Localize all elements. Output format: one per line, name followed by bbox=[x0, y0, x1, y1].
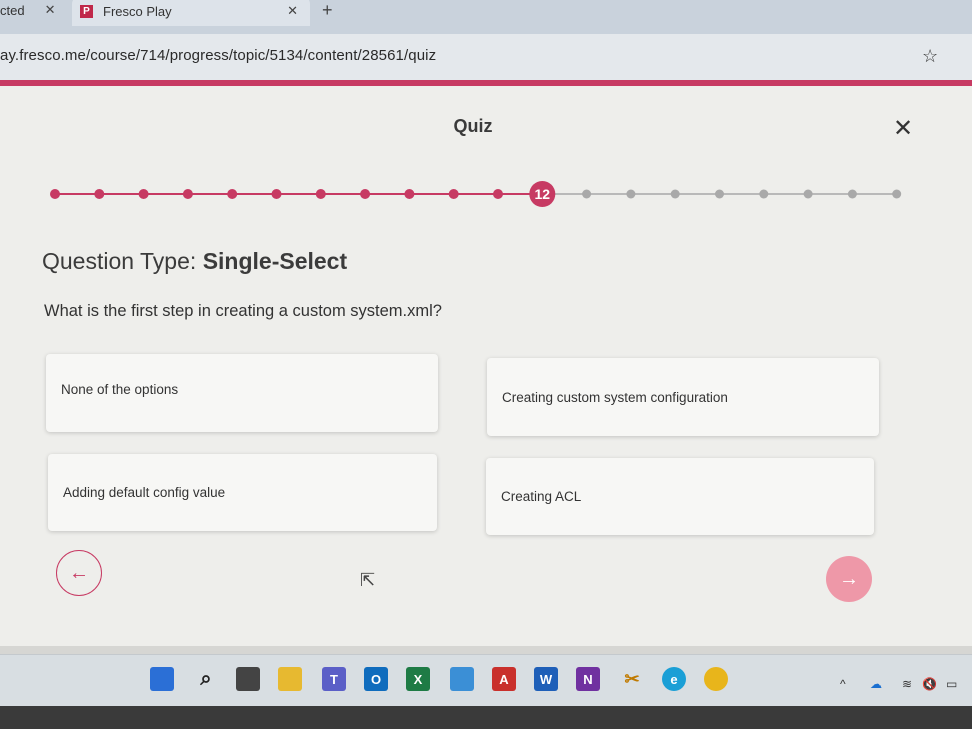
option-label: Adding default config value bbox=[63, 485, 226, 500]
question-type: Question Type: Single-Select bbox=[42, 248, 347, 275]
step-done-dot[interactable] bbox=[271, 189, 282, 199]
snipping-tool-icon[interactable]: ✂ bbox=[620, 667, 644, 691]
arrow-left-icon: ← bbox=[69, 561, 89, 584]
screen-bezel bbox=[0, 706, 972, 729]
onedrive-icon[interactable]: ☁ bbox=[870, 677, 882, 691]
question-type-label: Question Type: bbox=[42, 248, 203, 274]
wifi-icon[interactable]: ≋ bbox=[902, 677, 912, 691]
word-icon[interactable]: W bbox=[534, 667, 558, 691]
arrow-right-icon: → bbox=[839, 567, 859, 590]
option-label: None of the options bbox=[61, 382, 179, 397]
step-pending-dot[interactable] bbox=[582, 189, 592, 199]
option-label: Creating ACL bbox=[501, 489, 582, 504]
page-title: Quiz bbox=[453, 116, 493, 136]
edge-icon[interactable]: e bbox=[662, 667, 686, 691]
url-field[interactable]: ay.fresco.me/course/714/progress/topic/5… bbox=[0, 47, 436, 64]
search-icon[interactable]: ⌕ bbox=[194, 667, 218, 691]
step-done-dot[interactable] bbox=[182, 189, 193, 199]
tab-bar: cted ✕ P Fresco Play ✕ + bbox=[0, 0, 972, 34]
step-done-dot[interactable] bbox=[448, 189, 459, 199]
favicon-icon: P bbox=[80, 4, 93, 18]
tab-previous[interactable]: cted ✕ bbox=[0, 0, 55, 20]
acrobat-icon[interactable]: A bbox=[492, 667, 516, 691]
step-done-dot[interactable] bbox=[94, 189, 105, 199]
tab-fresco-play[interactable]: P Fresco Play ✕ bbox=[72, 0, 310, 26]
step-current-label: 12 bbox=[535, 186, 551, 202]
taskbar: ⌕ T O X A W N ✂ e ^ ☁ ≋ 🔇 ▭ bbox=[0, 654, 972, 706]
tray-chevron-icon[interactable]: ^ bbox=[840, 677, 846, 691]
mouse-cursor-icon: ⇱ bbox=[360, 570, 376, 590]
step-pending-dot[interactable] bbox=[759, 189, 769, 199]
question-type-value: Single-Select bbox=[202, 248, 348, 274]
notepad-icon[interactable] bbox=[450, 667, 474, 691]
quiz-page: Quiz ✕ 12 Question Type: Single-Select W… bbox=[0, 86, 972, 646]
screen-gap bbox=[0, 646, 972, 654]
option-label: Creating custom system configuration bbox=[502, 389, 728, 405]
option-card[interactable]: Creating ACL bbox=[486, 458, 874, 535]
step-done-dot[interactable] bbox=[360, 189, 371, 199]
option-card[interactable]: None of the options bbox=[46, 354, 438, 432]
step-pending-dot[interactable] bbox=[670, 189, 680, 199]
step-done-dot[interactable] bbox=[138, 189, 149, 199]
volume-icon[interactable]: 🔇 bbox=[922, 677, 937, 691]
star-icon[interactable]: ☆ bbox=[922, 46, 938, 67]
step-pending-dot[interactable] bbox=[803, 189, 813, 199]
tab-title: Fresco Play bbox=[103, 3, 172, 19]
step-pending-dot[interactable] bbox=[847, 189, 857, 199]
tab-title: cted bbox=[0, 2, 25, 18]
chrome-icon[interactable] bbox=[704, 667, 728, 691]
step-done-dot[interactable] bbox=[50, 189, 60, 199]
new-tab-button[interactable]: + bbox=[322, 0, 333, 21]
question-text: What is the first step in creating a cus… bbox=[44, 302, 442, 320]
step-done-dot[interactable] bbox=[227, 189, 238, 199]
tab-close-icon[interactable]: ✕ bbox=[45, 2, 56, 18]
task-view-icon[interactable] bbox=[236, 667, 260, 691]
onenote-icon[interactable]: N bbox=[576, 667, 600, 691]
battery-icon[interactable]: ▭ bbox=[946, 677, 957, 691]
step-pending-dot[interactable] bbox=[892, 189, 902, 199]
address-bar: ay.fresco.me/course/714/progress/topic/5… bbox=[0, 34, 972, 80]
step-pending-dot[interactable] bbox=[626, 189, 636, 199]
close-icon[interactable]: ✕ bbox=[893, 114, 913, 143]
step-done-dot[interactable] bbox=[315, 189, 326, 199]
option-card[interactable]: Adding default config value bbox=[48, 454, 437, 531]
step-done-dot[interactable] bbox=[493, 189, 503, 199]
step-pending-dot[interactable] bbox=[715, 189, 724, 199]
windows-start-icon[interactable] bbox=[150, 667, 174, 691]
previous-button[interactable]: ← bbox=[56, 550, 102, 596]
stepper-track: 12 bbox=[50, 181, 902, 207]
teams-icon[interactable]: T bbox=[322, 667, 346, 691]
outlook-icon[interactable]: O bbox=[364, 667, 388, 691]
tab-close-icon[interactable]: ✕ bbox=[287, 3, 298, 19]
next-button[interactable]: → bbox=[826, 556, 872, 602]
step-done-dot[interactable] bbox=[404, 189, 415, 199]
excel-icon[interactable]: X bbox=[406, 667, 430, 691]
question-stepper: 12 bbox=[0, 166, 972, 226]
option-card[interactable]: Creating custom system configuration bbox=[487, 358, 879, 436]
file-explorer-icon[interactable] bbox=[278, 667, 302, 691]
